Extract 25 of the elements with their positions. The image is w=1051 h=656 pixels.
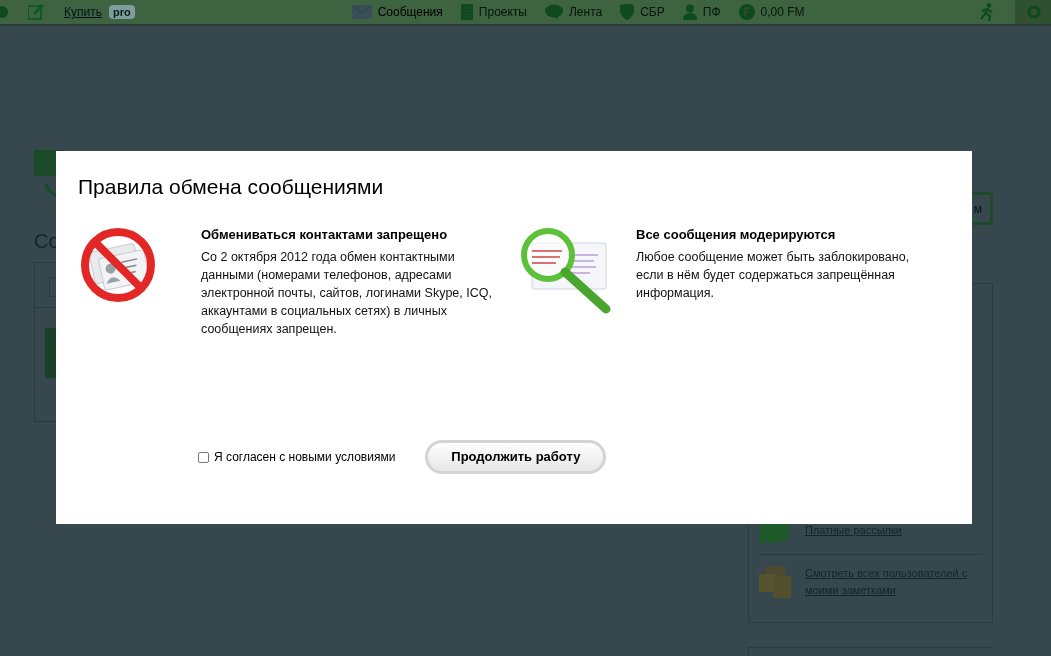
agree-checkbox[interactable]: Я согласен с новыми условиями: [198, 448, 396, 466]
pro-badge: pro: [108, 5, 135, 19]
person-icon: [682, 4, 697, 20]
nav-tab[interactable]: Лента: [545, 3, 603, 21]
nav-tab[interactable]: ПФ: [682, 3, 721, 21]
rule-text: Любое сообщение может быть заблокировано, если в нём будет содержаться запрещённая информация.: [636, 249, 911, 302]
nav-tab[interactable]: Проекты: [460, 3, 527, 21]
coin-icon: [738, 4, 755, 20]
nav-tab[interactable]: 0,00 FM: [738, 3, 805, 21]
rule-title: Обмениваться контактами запрещено: [201, 225, 449, 244]
buy-link[interactable]: Купить: [64, 3, 102, 21]
pencil-note-icon[interactable]: [28, 4, 44, 20]
continue-button[interactable]: Продолжить работу: [425, 440, 607, 474]
shield-icon: [620, 4, 635, 20]
speech-bubble-icon: [545, 4, 563, 20]
nav-tab[interactable]: Сообщения: [351, 3, 443, 21]
rule-title: Все сообщения модерируются: [636, 225, 837, 244]
envelope-icon: [351, 5, 372, 19]
rule-text: Со 2 октября 2012 года обмен контактными данными (номерами телефонов, адресами электронной почты, сайтов, логинами Skype, ICQ, аккаунтами в социальных сетях) в личных сообщениях запрещен.: [201, 249, 493, 338]
nav-tab[interactable]: СБР: [620, 3, 665, 21]
document-icon: [460, 4, 473, 20]
dialog-title: Правила обмена сообщениями: [78, 174, 385, 200]
running-person-icon[interactable]: [979, 3, 995, 21]
notes-stack-icon: [759, 565, 791, 598]
ring-icon[interactable]: [1027, 5, 1041, 19]
